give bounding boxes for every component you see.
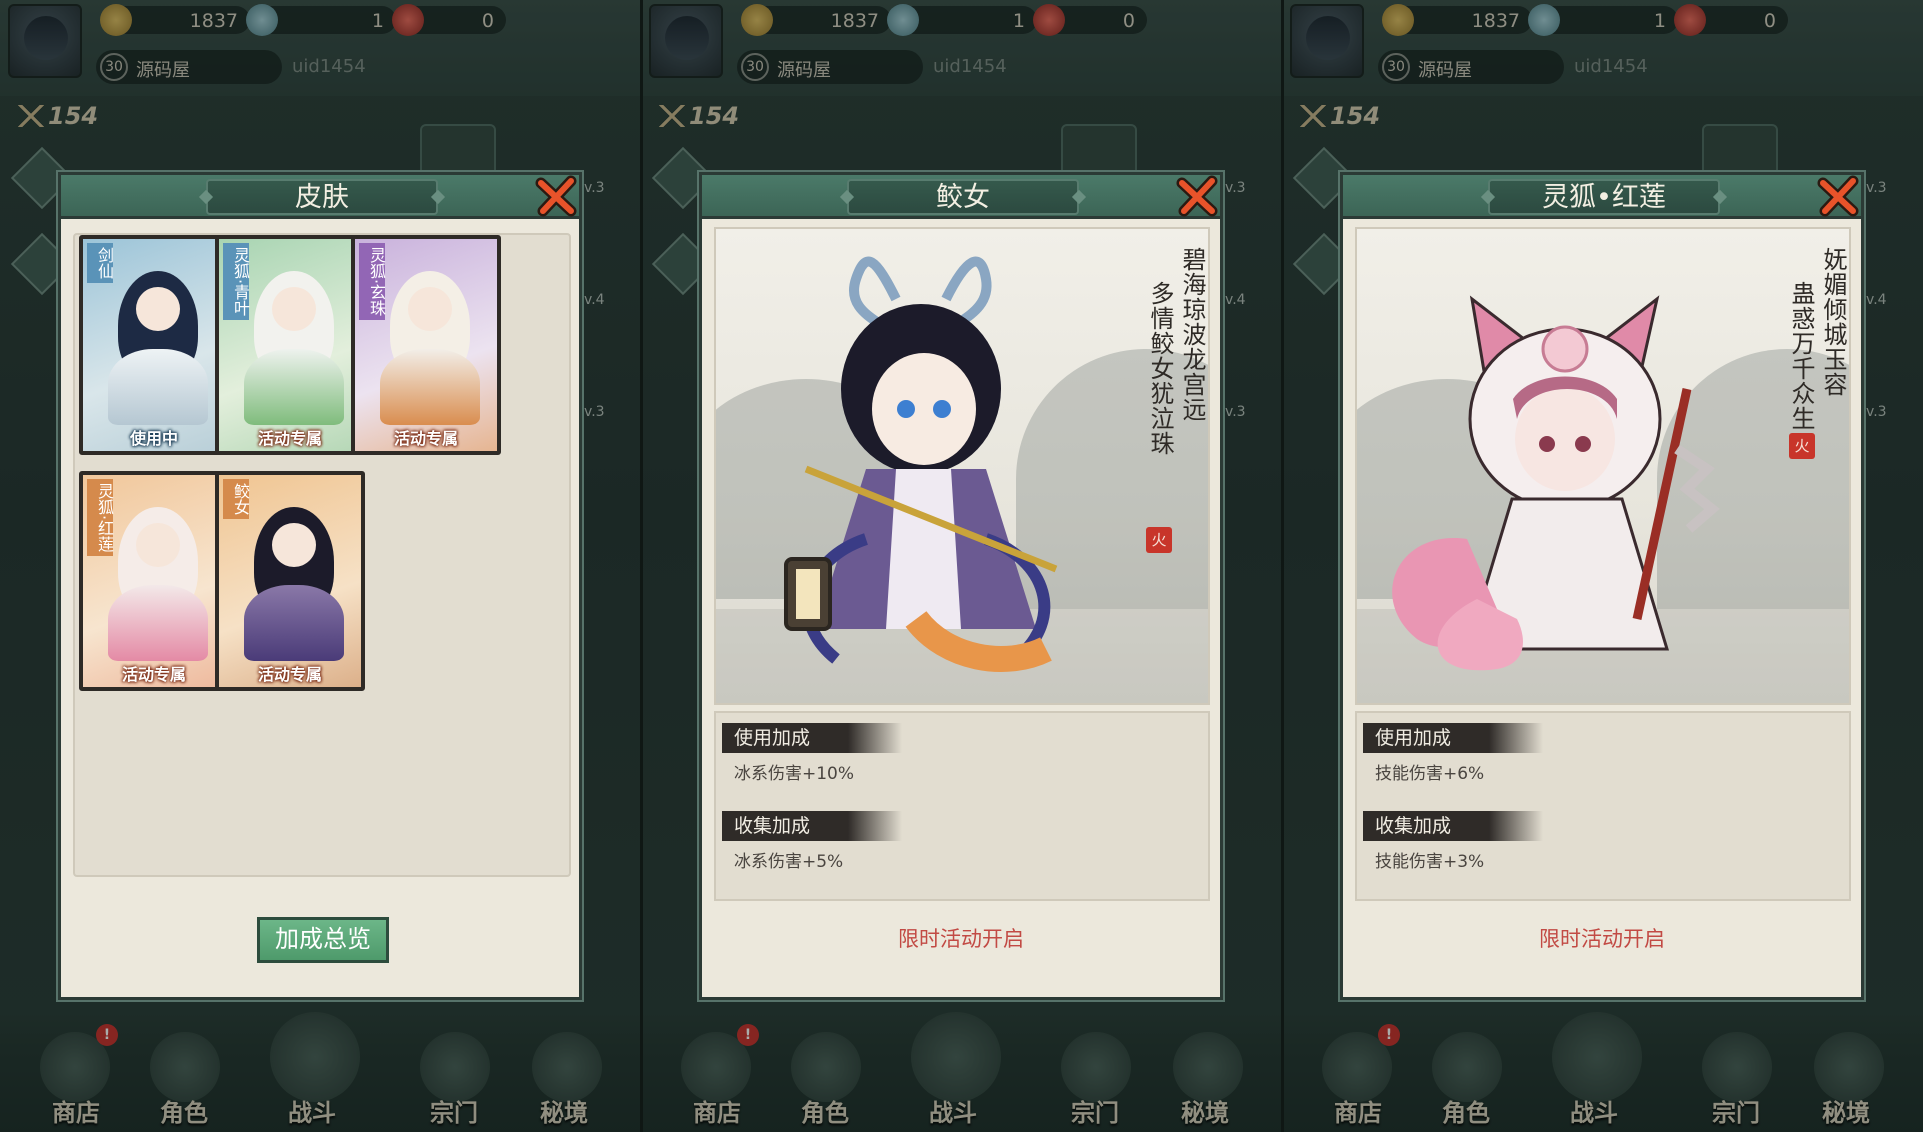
close-icon xyxy=(535,175,577,217)
close-button[interactable] xyxy=(533,173,579,219)
skin-status-tag: 活动专属 xyxy=(393,429,458,448)
dialog-title: 鲛女 xyxy=(936,182,990,213)
skin-art-robe xyxy=(108,349,208,425)
skin-card-xuanzhu[interactable]: 灵狐·玄珠 活动专属 xyxy=(351,235,501,455)
skin-status-tag: 活动专属 xyxy=(257,665,322,684)
event-status-text: 限时活动开启 xyxy=(1539,927,1665,951)
screen-skin-detail-honglian: 1837 1 0 30 源码屋 uid1454 154 v.3 v.4 v.3 !… xyxy=(1282,0,1923,1132)
bonus-overview-button[interactable]: 加成总览 xyxy=(257,917,389,963)
title-plate: 皮肤 xyxy=(206,179,438,215)
skin-portrait: 妩媚倾城玉容 蛊惑万千众生 火 xyxy=(1355,227,1851,705)
skin-detail-dialog: 灵狐•红莲 妩媚倾城玉容 蛊惑万千众生 火 使用加成 技能伤害+6% 收集加成 … xyxy=(1340,172,1864,1000)
skin-name-label: 灵狐·红莲 xyxy=(87,479,114,557)
use-bonus-value: 冰系伤害+10% xyxy=(734,764,855,784)
skins-dialog: 皮肤 剑仙 使用中 灵狐·青叶 活动专属 灵狐·玄珠 活动专属 灵狐·红莲 活动… xyxy=(58,172,582,1000)
dialog-title: 灵狐•红莲 xyxy=(1542,182,1666,213)
bonus-panel: 使用加成 冰系伤害+10% 收集加成 冰系伤害+5% xyxy=(714,711,1210,901)
use-bonus-value: 技能伤害+6% xyxy=(1375,764,1485,784)
close-button[interactable] xyxy=(1174,173,1220,219)
poem-line-1: 妩媚倾城玉容 xyxy=(1819,247,1847,397)
collect-bonus-value: 冰系伤害+5% xyxy=(734,852,844,872)
skin-card-jiaonv[interactable]: 鲛女 活动专属 xyxy=(215,471,365,691)
collect-bonus-label: 收集加成 xyxy=(1363,811,1543,841)
close-icon xyxy=(1817,175,1859,217)
skin-card-jianxian[interactable]: 剑仙 使用中 xyxy=(79,235,229,455)
skin-name-label: 鲛女 xyxy=(223,479,250,519)
seal-icon: 火 xyxy=(1146,527,1172,553)
skin-grid: 剑仙 使用中 灵狐·青叶 活动专属 灵狐·玄珠 活动专属 灵狐·红莲 活动专属 … xyxy=(73,233,571,877)
skin-name-label: 灵狐·玄珠 xyxy=(359,243,386,321)
dialog-title: 皮肤 xyxy=(295,182,349,213)
skin-status-tag: 活动专属 xyxy=(121,665,186,684)
poem-line-1: 碧海琼波龙宫远 xyxy=(1178,247,1206,422)
poem-line-2: 多情鲛女犹泣珠 xyxy=(1146,281,1174,456)
skin-name-label: 灵狐·青叶 xyxy=(223,243,250,321)
skin-card-qingye[interactable]: 灵狐·青叶 活动专属 xyxy=(215,235,365,455)
skin-art-robe xyxy=(244,349,344,425)
skin-card-honglian[interactable]: 灵狐·红莲 活动专属 xyxy=(79,471,229,691)
screen-skin-detail-jiaonv: 1837 1 0 30 源码屋 uid1454 154 v.3 v.4 v.3 !… xyxy=(641,0,1282,1132)
dialog-header: 灵狐•红莲 xyxy=(1343,175,1861,219)
collect-bonus-value: 技能伤害+3% xyxy=(1375,852,1485,872)
close-button[interactable] xyxy=(1815,173,1861,219)
bonus-panel: 使用加成 技能伤害+6% 收集加成 技能伤害+3% xyxy=(1355,711,1851,901)
panel-divider xyxy=(1281,0,1284,1132)
skin-art-robe xyxy=(108,585,208,661)
skin-art-robe xyxy=(380,349,480,425)
jiaonv-character-art xyxy=(784,256,1058,672)
screenshot-collage: 1837 1 0 30 源码屋 uid1454 154 v.3 v.4 v.3 !… xyxy=(0,0,1923,1132)
poem-line-2: 蛊惑万千众生 xyxy=(1787,281,1815,431)
seal-icon: 火 xyxy=(1789,433,1815,459)
skin-art-robe xyxy=(244,585,344,661)
title-plate: 灵狐•红莲 xyxy=(1488,179,1720,215)
event-status-text: 限时活动开启 xyxy=(898,927,1024,951)
skin-name-label: 剑仙 xyxy=(87,243,114,283)
screen-skins-list: 1837 1 0 30 源码屋 uid1454 154 v.3 v.4 v.3 !… xyxy=(0,0,641,1132)
skin-detail-dialog: 鲛女 碧海琼波龙宫远 多情鲛女犹泣珠 火 使用加成 冰系伤害+10% 收集加成 … xyxy=(699,172,1223,1000)
skin-status-tag: 活动专属 xyxy=(257,429,322,448)
title-plate: 鲛女 xyxy=(847,179,1079,215)
close-icon xyxy=(1176,175,1218,217)
use-bonus-label: 使用加成 xyxy=(722,723,902,753)
skin-portrait: 碧海琼波龙宫远 多情鲛女犹泣珠 火 xyxy=(714,227,1210,705)
honglian-character-art xyxy=(1392,295,1720,671)
dialog-header: 皮肤 xyxy=(61,175,579,219)
collect-bonus-label: 收集加成 xyxy=(722,811,902,841)
skin-status-tag: 使用中 xyxy=(129,429,178,448)
panel-divider xyxy=(640,0,643,1132)
use-bonus-label: 使用加成 xyxy=(1363,723,1543,753)
dialog-header: 鲛女 xyxy=(702,175,1220,219)
